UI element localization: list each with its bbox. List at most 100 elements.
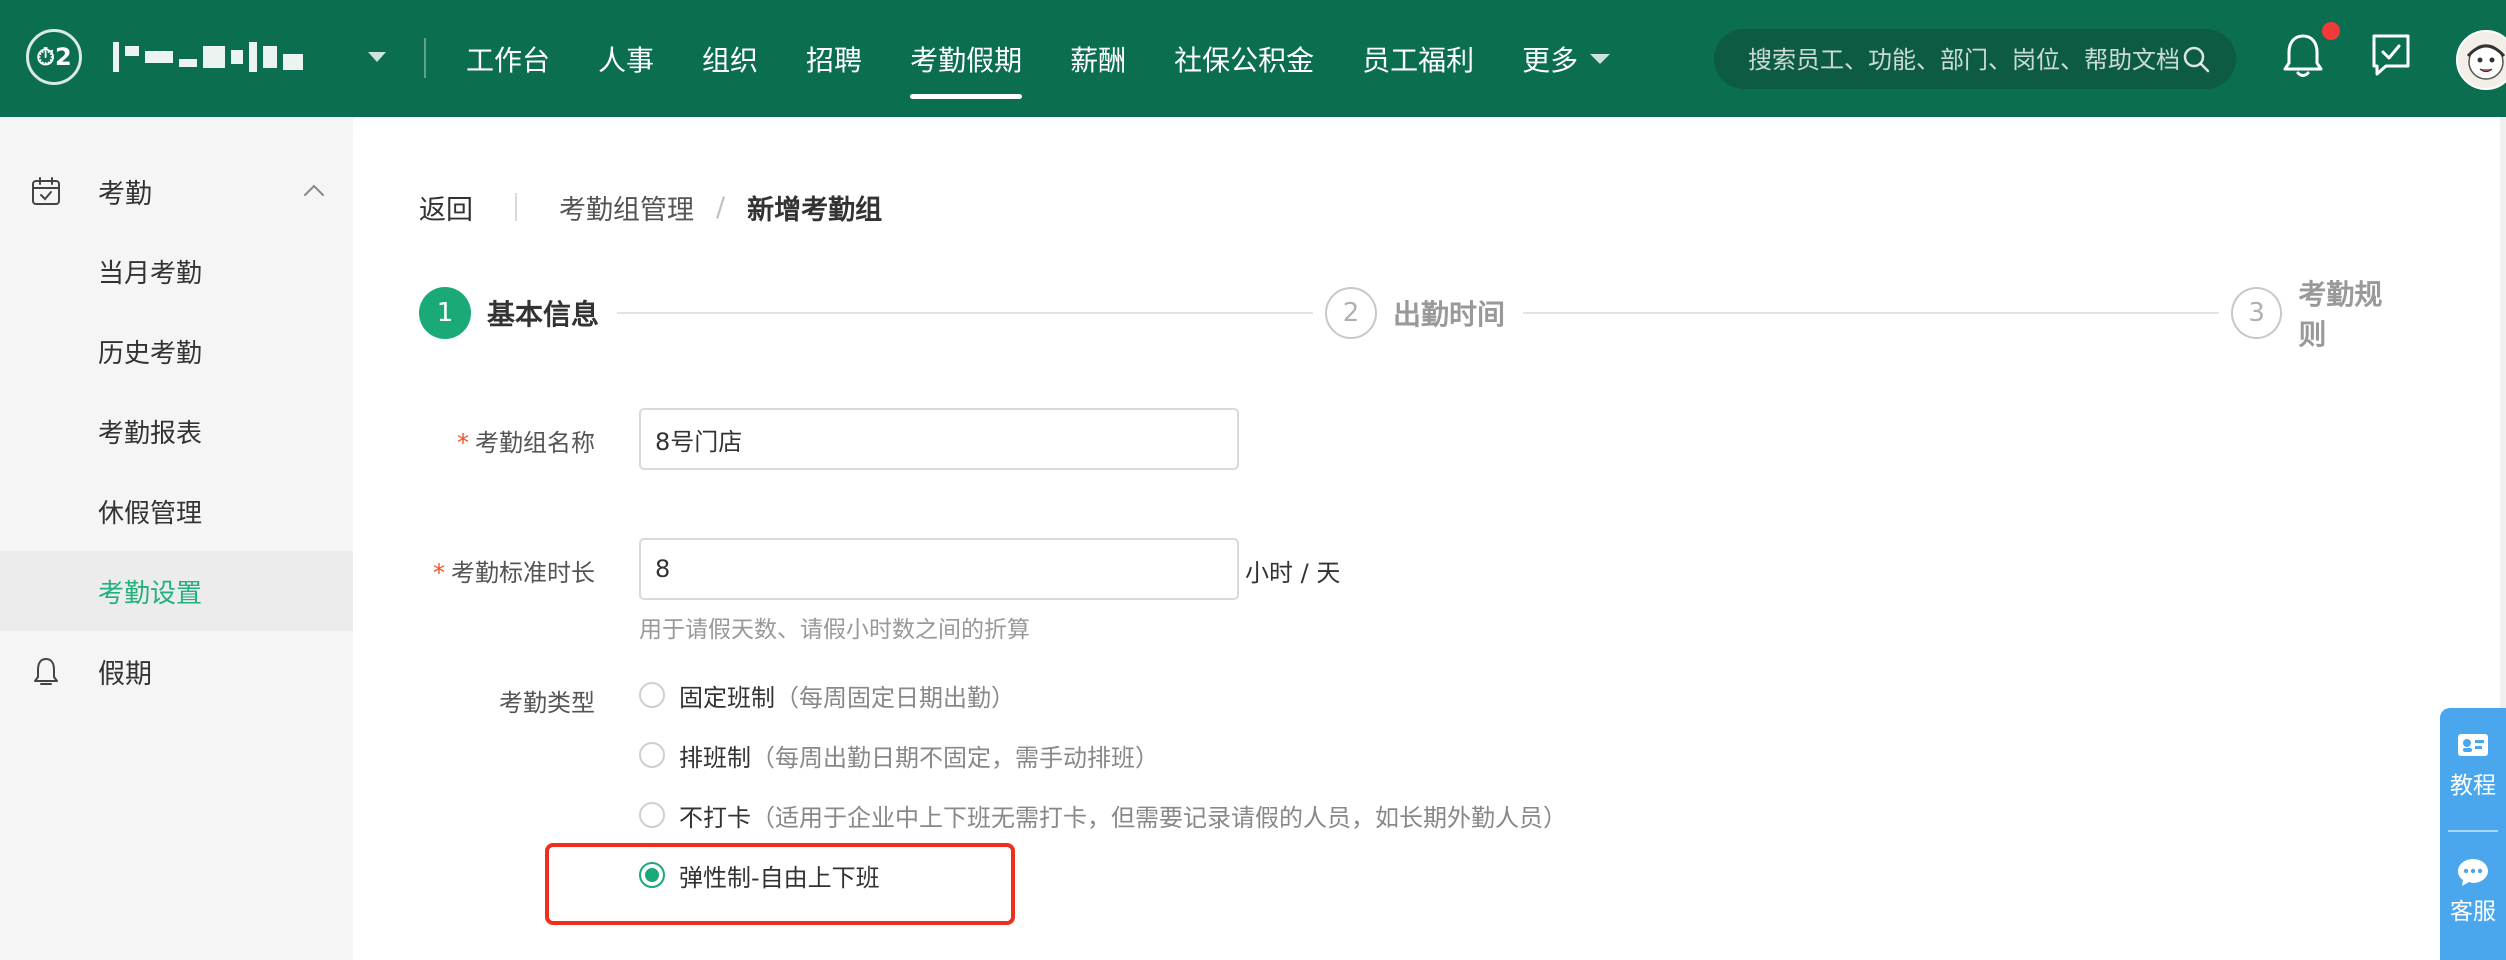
- feedback-icon[interactable]: [2368, 30, 2414, 80]
- radio-option-fixed-shift[interactable]: 固定班制 （每周固定日期出勤）: [639, 675, 1015, 715]
- main-content: 返回 考勤组管理 / 新增考勤组 1 基本信息 2 出勤时间 3 考勤规则 * 考…: [353, 117, 2506, 960]
- sidebar-item-label: 考勤报表: [98, 418, 203, 449]
- sidebar-item-label: 历史考勤: [98, 338, 203, 369]
- sidebar-item-label: 考勤设置: [98, 578, 203, 609]
- chevron-up-icon: [304, 184, 324, 196]
- required-mark: *: [457, 429, 469, 457]
- radio-option-desc: （适用于企业中上下班无需打卡，但需要记录请假的人员，如长期外勤人员）: [751, 803, 1567, 832]
- step-connector: [617, 312, 1313, 314]
- floating-help-panel: 教程 客服: [2440, 708, 2506, 960]
- radio-button[interactable]: [639, 802, 665, 828]
- radio-option-label: 排班制: [679, 743, 751, 772]
- sidebar-group-label: 假期: [98, 658, 152, 690]
- sidebar: 考勤 当月考勤 历史考勤 考勤报表 休假管理 考勤设置 假期: [0, 117, 353, 960]
- nav-item-social-insurance[interactable]: 社保公积金: [1174, 0, 1314, 117]
- main-nav: 工作台 人事 组织 招聘 考勤假期 薪酬 社保公积金 员工福利 更多: [466, 0, 1658, 117]
- attendance-type-label: 考勤类型: [499, 689, 595, 717]
- nav-item-benefits[interactable]: 员工福利: [1362, 0, 1474, 117]
- breadcrumb-current: 新增考勤组: [747, 194, 883, 226]
- sidebar-item-label: 休假管理: [98, 498, 203, 529]
- sidebar-group-label: 考勤: [98, 178, 152, 210]
- stepper: 1 基本信息 2 出勤时间 3 考勤规则: [419, 278, 2409, 351]
- step-work-time: 2 出勤时间: [1325, 285, 1505, 341]
- blurred-text-block: [231, 50, 243, 64]
- chat-bubble-icon: [2458, 859, 2488, 886]
- nav-item-workbench[interactable]: 工作台: [466, 0, 550, 117]
- nav-item-attendance-leave[interactable]: 考勤假期: [910, 0, 1023, 117]
- step-basic-info: 1 基本信息: [419, 285, 599, 341]
- sidebar-item-attendance-report[interactable]: 考勤报表: [0, 391, 353, 471]
- sidebar-item-label: 当月考勤: [98, 258, 203, 289]
- sidebar-item-leave-management[interactable]: 休假管理: [0, 471, 353, 551]
- blurred-text-block: [283, 54, 303, 70]
- step-number: 2: [1325, 287, 1377, 339]
- nav-more-label: 更多: [1522, 43, 1579, 77]
- radio-button[interactable]: [639, 742, 665, 768]
- step-attendance-rules: 3 考勤规则: [2231, 278, 2409, 351]
- nav-item-organization[interactable]: 组织: [702, 0, 758, 117]
- radio-option-no-clock-in[interactable]: 不打卡 （适用于企业中上下班无需打卡，但需要记录请假的人员，如长期外勤人员）: [639, 795, 1567, 835]
- radio-option-label: 固定班制: [679, 683, 775, 712]
- bell-icon[interactable]: [2280, 30, 2326, 80]
- blurred-text-block: [179, 59, 197, 67]
- radio-button[interactable]: [639, 682, 665, 708]
- customer-service-button[interactable]: 客服: [2440, 856, 2506, 926]
- standard-hours-input[interactable]: [639, 538, 1239, 600]
- step-label: 考勤规则: [2298, 278, 2383, 351]
- avatar[interactable]: [2456, 30, 2506, 90]
- bell-outline-icon: [34, 658, 58, 685]
- step-label: 出勤时间: [1393, 298, 1506, 331]
- blurred-text-block: [125, 46, 139, 56]
- app-logo[interactable]: ⏱2: [26, 29, 82, 85]
- breadcrumb-divider: [515, 193, 517, 221]
- nav-item-payroll[interactable]: 薪酬: [1070, 0, 1126, 117]
- sidebar-item-attendance-settings[interactable]: 考勤设置: [0, 551, 353, 631]
- step-label: 基本信息: [487, 298, 600, 331]
- search-input[interactable]: [1746, 39, 2184, 81]
- nav-item-hr[interactable]: 人事: [598, 0, 654, 117]
- radio-option-desc: （每周固定日期出勤）: [775, 683, 1015, 712]
- hours-unit-label: 小时 / 天: [1245, 559, 1341, 587]
- radio-option-label: 不打卡: [679, 803, 751, 832]
- nav-item-recruiting[interactable]: 招聘: [806, 0, 862, 117]
- calendar-icon: [32, 177, 60, 205]
- breadcrumb: 返回 考勤组管理 / 新增考勤组: [419, 187, 882, 227]
- standard-hours-label-text: 考勤标准时长: [451, 559, 595, 587]
- company-name-blurred[interactable]: [113, 40, 355, 74]
- breadcrumb-attendance-group-management[interactable]: 考勤组管理: [559, 188, 694, 227]
- group-name-label-text: 考勤组名称: [475, 429, 595, 457]
- tutorial-label: 教程: [2450, 773, 2496, 799]
- id-card-icon: [2458, 734, 2488, 756]
- radio-option-scheduled-shift[interactable]: 排班制 （每周出勤日期不固定，需手动排班）: [639, 735, 1159, 775]
- chevron-down-icon: [1590, 53, 1611, 64]
- back-link[interactable]: 返回: [419, 188, 473, 227]
- standard-hours-label: * 考勤标准时长: [389, 553, 595, 588]
- step-number: 3: [2231, 287, 2283, 339]
- required-mark: *: [433, 559, 445, 587]
- group-name-input[interactable]: [639, 408, 1239, 470]
- global-search[interactable]: [1714, 29, 2236, 89]
- notification-badge: [2320, 20, 2342, 42]
- avatar-face-icon: [2466, 44, 2506, 80]
- float-panel-divider: [2448, 830, 2498, 832]
- company-switch-caret-icon[interactable]: [368, 52, 386, 62]
- tutorial-button[interactable]: 教程: [2440, 730, 2506, 800]
- nav-item-more[interactable]: 更多: [1522, 0, 1611, 117]
- sidebar-group-attendance[interactable]: 考勤: [0, 151, 353, 231]
- blurred-text-block: [145, 51, 173, 63]
- sidebar-item-history-attendance[interactable]: 历史考勤: [0, 311, 353, 391]
- sidebar-item-monthly-attendance[interactable]: 当月考勤: [0, 231, 353, 311]
- top-navigation-bar: ⏱2 工作台 人事 组织 招聘 考勤假期 薪酬 社保公积金 员工福利 更多: [0, 0, 2506, 117]
- radio-option-desc: （每周出勤日期不固定，需手动排班）: [751, 743, 1159, 772]
- header-divider: [424, 38, 426, 78]
- step-number: 1: [419, 287, 471, 339]
- blurred-text-block: [249, 42, 257, 72]
- blurred-text-block: [113, 42, 119, 72]
- sidebar-group-holiday[interactable]: 假期: [0, 631, 353, 711]
- group-name-label: * 考勤组名称: [419, 423, 595, 458]
- search-icon[interactable]: [2182, 45, 2210, 73]
- blurred-text-block: [203, 46, 225, 68]
- customer-service-label: 客服: [2450, 899, 2496, 925]
- step-connector: [1523, 312, 2219, 314]
- breadcrumb-separator: /: [716, 191, 726, 223]
